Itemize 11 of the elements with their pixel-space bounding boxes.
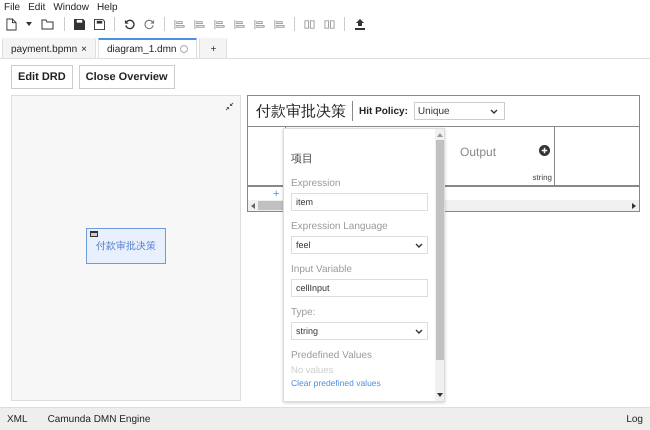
field-label: Type:: [291, 307, 316, 318]
popup-heading: 项目: [291, 152, 314, 166]
output-type: string: [532, 173, 552, 182]
section-label: Predefined Values: [291, 350, 373, 361]
node-label: 付款审批决策: [96, 240, 156, 253]
hit-policy-label: Hit Policy:: [359, 106, 408, 116]
field-label: Input Variable: [291, 264, 353, 275]
field-label: Expression Language: [291, 221, 389, 232]
output-label: Output: [460, 145, 496, 161]
field-label: Expression: [291, 178, 342, 189]
decision-title: 付款审批决策: [256, 102, 346, 120]
